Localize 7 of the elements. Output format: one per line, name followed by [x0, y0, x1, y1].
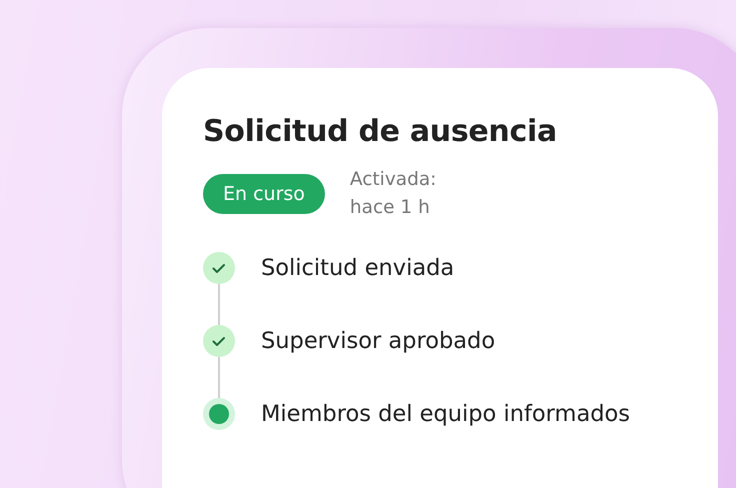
- card-title: Solicitud de ausencia: [203, 113, 557, 151]
- activated-time: hace 1 h: [350, 196, 431, 220]
- step-label: Supervisor aprobado: [261, 328, 496, 354]
- activated-label: Activada:: [350, 168, 436, 192]
- status-badge: En curso: [203, 174, 325, 214]
- step-label: Solicitud enviada: [261, 255, 454, 281]
- step-label: Miembros del equipo informados: [261, 401, 630, 427]
